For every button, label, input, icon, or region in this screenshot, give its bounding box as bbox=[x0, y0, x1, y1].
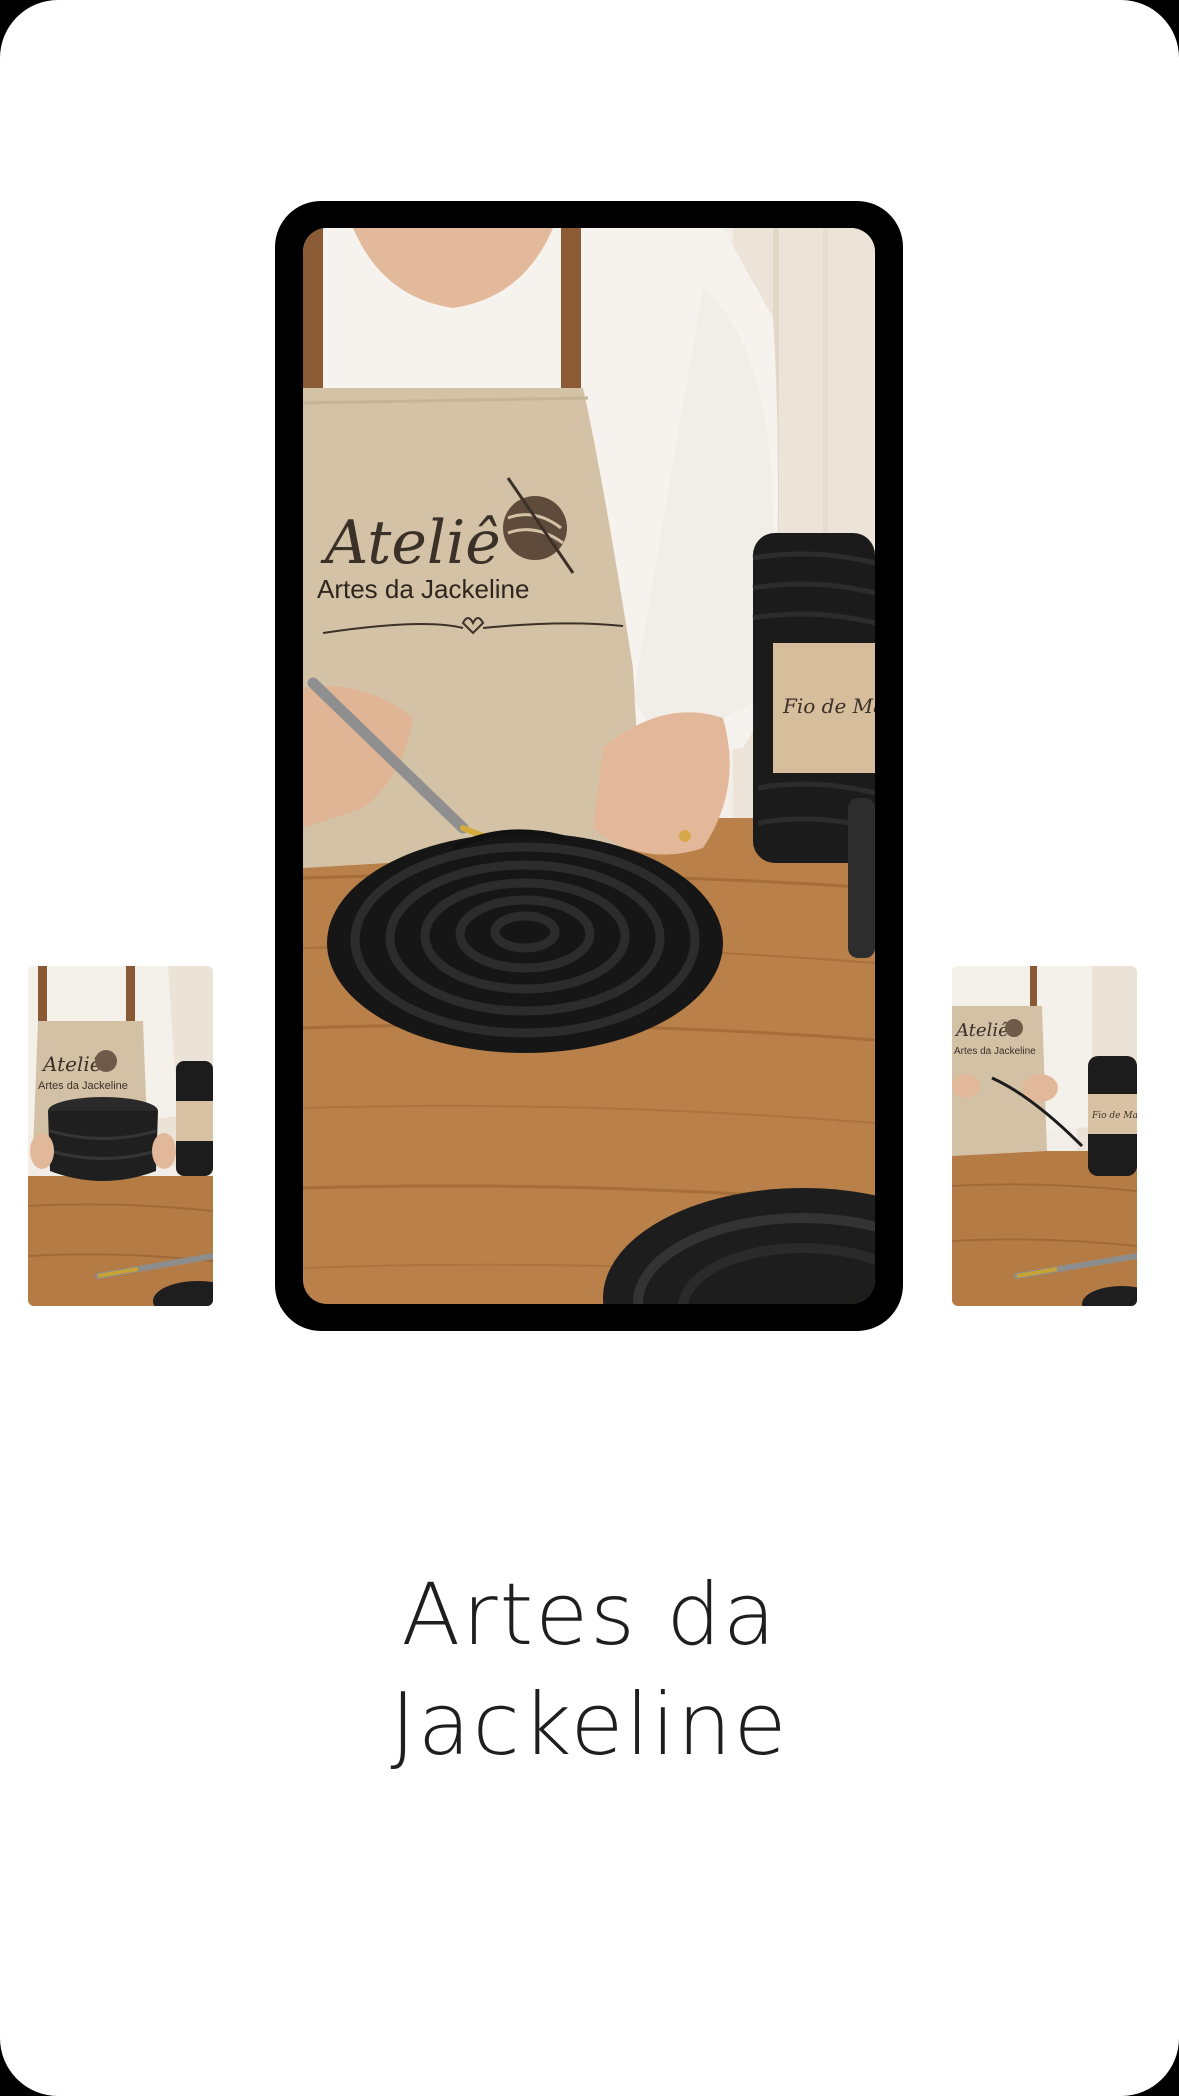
apron-logo-script: Ateliê bbox=[41, 1052, 102, 1076]
video-carousel[interactable]: Ateliê Artes da Jackeline Ateliê Artes d… bbox=[0, 0, 1179, 1400]
apron-logo-script: Ateliê bbox=[954, 1020, 1009, 1041]
carousel-slide-active[interactable]: Ateliê Artes da Jackeline Fio de Malha bbox=[303, 228, 875, 1304]
apron-logo-name: Artes da Jackeline bbox=[38, 1080, 128, 1092]
carousel-slide-previous[interactable]: Ateliê Artes da Jackeline bbox=[28, 966, 213, 1306]
story-screen: Ateliê Artes da Jackeline Ateliê Artes d… bbox=[0, 0, 1179, 2096]
slide-next-image: Ateliê Artes da Jackeline Fio de Malha bbox=[952, 966, 1137, 1306]
brand-title: Artes da Jackeline bbox=[0, 1560, 1179, 1780]
slide-active-image: Ateliê Artes da Jackeline Fio de Malha bbox=[303, 228, 875, 1304]
brand-title-line1: Artes da bbox=[401, 1565, 778, 1665]
active-slide-frame[interactable]: Ateliê Artes da Jackeline Fio de Malha bbox=[275, 201, 903, 1331]
yarn-label: Fio de Malha bbox=[782, 694, 875, 718]
apron-logo-name: Artes da Jackeline bbox=[954, 1046, 1036, 1057]
apron-logo-script: Ateliê bbox=[320, 508, 501, 578]
yarn-label: Fio de Malha bbox=[1091, 1111, 1137, 1121]
apron-logo-name: Artes da Jackeline bbox=[317, 574, 529, 604]
carousel-slide-next[interactable]: Ateliê Artes da Jackeline Fio de Malha bbox=[952, 966, 1137, 1306]
slide-previous-image: Ateliê Artes da Jackeline bbox=[28, 966, 213, 1306]
brand-title-line2: Jackeline bbox=[390, 1675, 789, 1775]
